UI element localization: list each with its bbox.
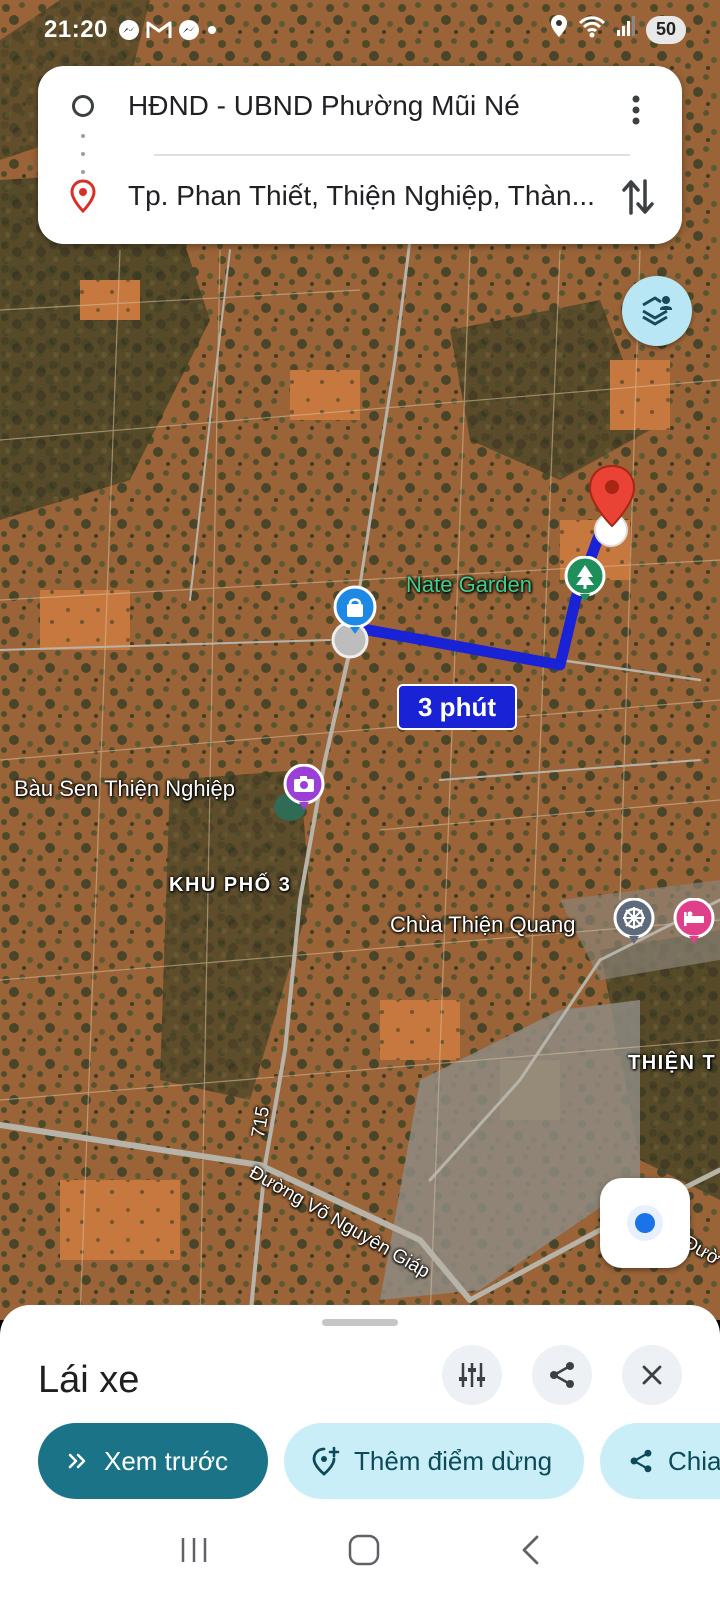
location-icon <box>550 14 568 45</box>
area-label-khu-pho-3: KHU PHỐ 3 <box>169 874 292 896</box>
messenger-icon <box>178 19 200 41</box>
bottom-sheet: Lái xe Xem trước Thêm điểm dừng Chia <box>0 1305 720 1600</box>
drag-handle[interactable] <box>322 1319 398 1326</box>
temple-marker-icon[interactable] <box>612 898 656 946</box>
status-bar: 21:20 50 <box>0 0 720 60</box>
swap-icon <box>622 179 654 215</box>
close-button[interactable] <box>622 1345 682 1405</box>
hotel-marker-icon[interactable] <box>672 898 716 946</box>
dot-icon <box>206 24 218 36</box>
poi-label-nate-garden[interactable]: Nate Garden <box>406 572 532 598</box>
travel-mode-title: Lái xe <box>38 1359 140 1401</box>
wifi-icon <box>578 14 606 45</box>
preview-button-label: Xem trước <box>104 1445 229 1476</box>
messenger-icon <box>118 19 140 41</box>
poi-label-chua-thien-quang[interactable]: Chùa Thiện Quang <box>390 912 576 938</box>
tune-icon <box>459 1363 485 1387</box>
directions-card: HĐND - UBND Phường Mũi Né Tp. Phan Thiết… <box>38 66 682 244</box>
recent-apps-icon <box>181 1538 207 1562</box>
signal-icon <box>616 15 636 44</box>
poi-label-bau-sen[interactable]: Bàu Sen Thiện Nghiệp <box>14 776 235 802</box>
double-chevron-right-icon <box>66 1449 90 1473</box>
back-icon <box>522 1535 539 1565</box>
system-nav-bar <box>0 1505 720 1600</box>
preview-button[interactable]: Xem trước <box>38 1423 268 1499</box>
share-icon <box>550 1362 574 1388</box>
home-button[interactable] <box>347 1533 381 1572</box>
area-label-thien: THIỆN T <box>628 1052 717 1074</box>
add-stop-button[interactable]: Thêm điểm dừng <box>284 1423 584 1499</box>
origin-circle-icon <box>72 95 94 117</box>
action-chips: Xem trước Thêm điểm dừng Chia <box>38 1423 720 1503</box>
destination-pin-icon[interactable] <box>588 464 636 530</box>
share-route-button[interactable] <box>532 1345 592 1405</box>
photo-spot-marker-icon[interactable] <box>282 764 326 812</box>
destination-row[interactable]: Tp. Phan Thiết, Thiện Nghiệp, Thàn... <box>38 156 682 236</box>
more-vert-icon <box>632 95 640 125</box>
route-options-button[interactable] <box>442 1345 502 1405</box>
share-icon <box>628 1448 654 1474</box>
status-time: 21:20 <box>44 16 108 43</box>
home-icon <box>348 1534 380 1566</box>
share-chip-label: Chia <box>668 1445 720 1476</box>
origin-row[interactable]: HĐND - UBND Phường Mũi Né <box>38 66 682 146</box>
route-duration-chip[interactable]: 3 phút <box>397 684 517 730</box>
destination-field[interactable]: Tp. Phan Thiết, Thiện Nghiệp, Thàn... <box>128 180 608 212</box>
recent-apps-button[interactable] <box>179 1536 209 1569</box>
add-location-icon <box>312 1446 340 1476</box>
layers-button[interactable] <box>622 276 692 346</box>
my-location-icon <box>627 1205 663 1241</box>
layers-icon <box>642 296 672 326</box>
shopping-bag-marker-icon[interactable] <box>330 584 380 636</box>
gmail-icon <box>146 20 172 40</box>
origin-field[interactable]: HĐND - UBND Phường Mũi Né <box>128 90 608 122</box>
park-tree-marker-icon[interactable] <box>563 556 607 604</box>
add-stop-button-label: Thêm điểm dừng <box>354 1445 553 1476</box>
my-location-button[interactable] <box>600 1178 690 1268</box>
swap-button[interactable] <box>616 172 660 222</box>
destination-pin-outline-icon <box>70 179 96 213</box>
back-button[interactable] <box>519 1534 541 1571</box>
close-icon <box>642 1365 662 1385</box>
share-chip-button[interactable]: Chia <box>600 1423 720 1499</box>
battery-indicator: 50 <box>645 15 686 44</box>
more-options-button[interactable] <box>618 88 654 132</box>
